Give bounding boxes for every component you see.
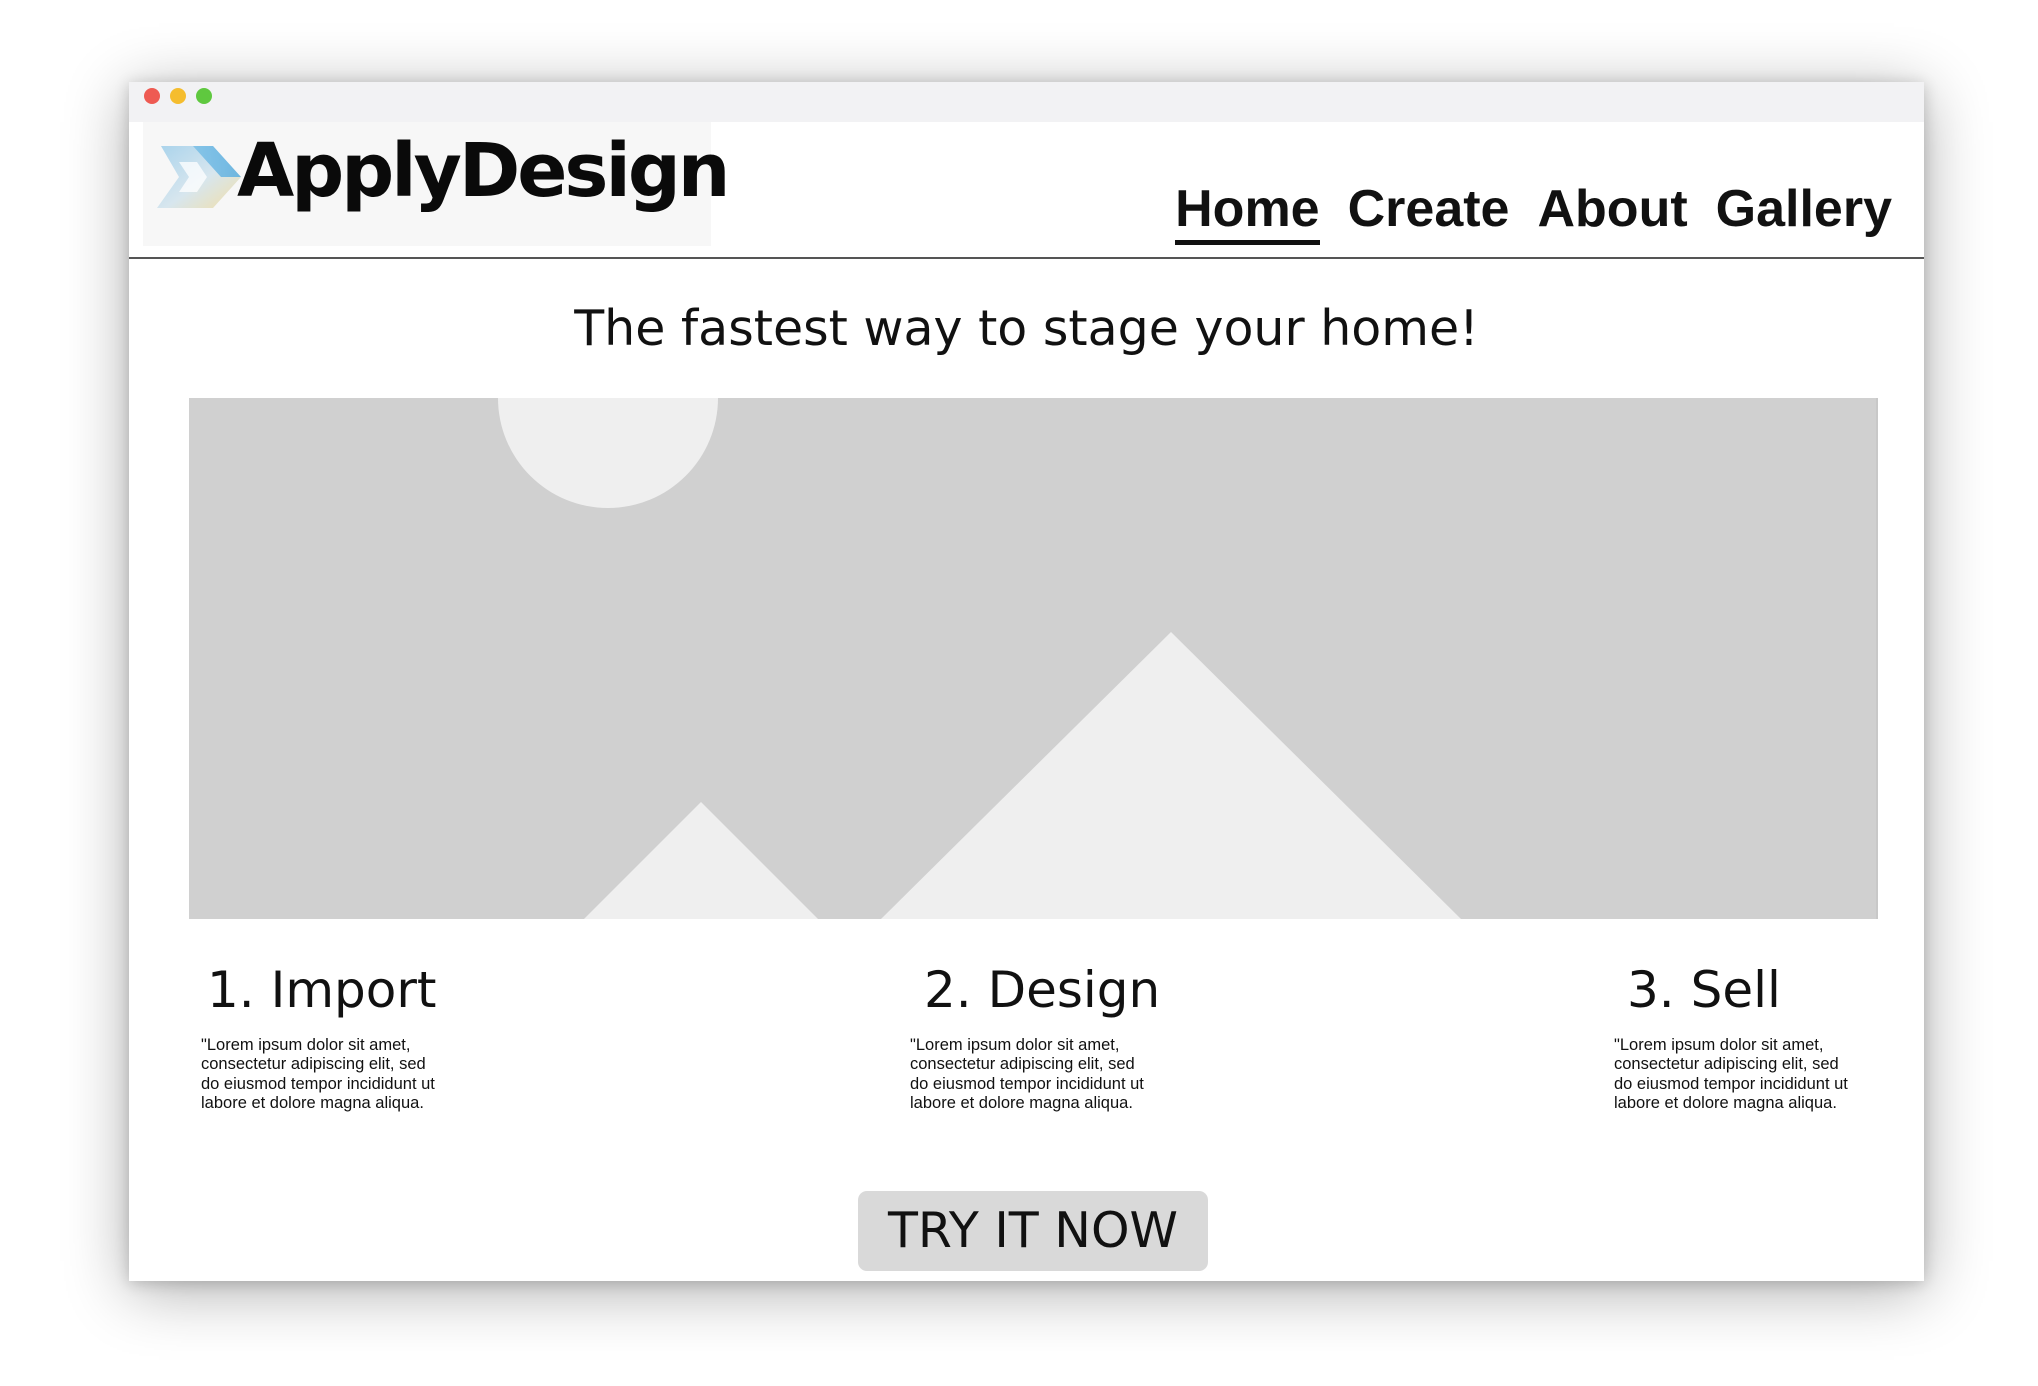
maximize-window-button[interactable] (196, 88, 212, 104)
nav-link-gallery[interactable]: Gallery (1716, 180, 1892, 245)
step-description: "Lorem ipsum dolor sit amet, consectetur… (201, 1035, 435, 1113)
step-import: 1. Import "Lorem ipsum dolor sit amet, c… (201, 961, 441, 1114)
hero-image (189, 398, 1878, 919)
step-description: "Lorem ipsum dolor sit amet, consectetur… (1614, 1035, 1848, 1113)
image-placeholder-icon (189, 398, 1876, 919)
nav-link-home[interactable]: Home (1175, 180, 1320, 245)
logo-wordmark: ApplyDesign (237, 128, 730, 214)
step-description: "Lorem ipsum dolor sit amet, consectetur… (910, 1035, 1144, 1113)
browser-window: ApplyDesign Home Create About Gallery Th… (129, 82, 1924, 1281)
step-title: 2. Design (924, 961, 1161, 1019)
site-logo[interactable]: ApplyDesign (143, 122, 730, 246)
site-header: ApplyDesign Home Create About Gallery (129, 122, 1924, 259)
nav-link-create[interactable]: Create (1348, 180, 1510, 245)
close-window-button[interactable] (144, 88, 160, 104)
try-it-now-button[interactable]: TRY IT NOW (858, 1191, 1208, 1271)
step-title: 1. Import (207, 961, 437, 1019)
step-title: 3. Sell (1627, 961, 1781, 1019)
window-titlebar (129, 82, 1924, 122)
step-sell: 3. Sell "Lorem ipsum dolor sit amet, con… (1614, 961, 1854, 1114)
chevron-logo-icon (157, 146, 241, 208)
main-nav: Home Create About Gallery (1175, 180, 1892, 245)
step-design: 2. Design "Lorem ipsum dolor sit amet, c… (910, 961, 1161, 1114)
page-tagline: The fastest way to stage your home! (574, 300, 1479, 357)
minimize-window-button[interactable] (170, 88, 186, 104)
nav-link-about[interactable]: About (1537, 180, 1687, 245)
